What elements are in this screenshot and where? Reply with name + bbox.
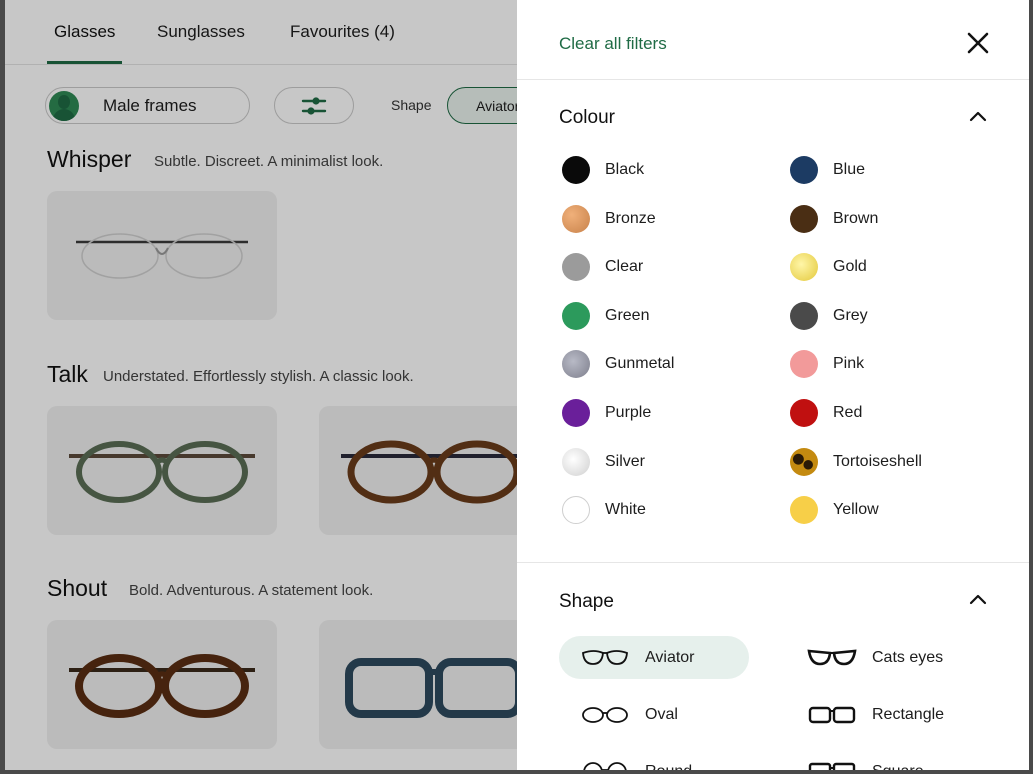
colour-swatch	[562, 156, 590, 184]
shape-option-rectangle[interactable]: Rectangle	[806, 693, 986, 736]
colour-swatch	[790, 350, 818, 379]
window-frame-bottom	[0, 770, 1033, 774]
clear-all-filters-link[interactable]: Clear all filters	[559, 34, 667, 54]
colour-option-label: Green	[605, 306, 650, 324]
colour-swatch	[790, 204, 818, 233]
shape-section-title[interactable]: Shape	[559, 591, 614, 613]
colour-option-black[interactable]: Black	[562, 156, 644, 184]
colour-option-label: Pink	[833, 355, 865, 373]
shape-option-label: Aviator	[645, 648, 695, 666]
colour-option-brown[interactable]: Brown	[790, 204, 879, 233]
colour-option-purple[interactable]: Purple	[562, 399, 651, 427]
colour-option-pink[interactable]: Pink	[790, 350, 865, 379]
colour-swatch	[790, 496, 818, 525]
colour-option-blue[interactable]: Blue	[790, 156, 865, 184]
colour-option-red[interactable]: Red	[790, 399, 862, 427]
colour-option-label: Gold	[833, 258, 867, 276]
colour-option-grey[interactable]: Grey	[790, 301, 868, 330]
chevron-up-icon[interactable]	[969, 110, 987, 122]
colour-option-label: Clear	[605, 258, 644, 276]
colour-section-title[interactable]: Colour	[559, 107, 615, 129]
colour-option-label: Purple	[605, 404, 652, 421]
colour-swatch	[562, 399, 590, 427]
cats-eyes-frame-icon	[807, 649, 857, 665]
colour-option-gunmetal[interactable]: Gunmetal	[562, 350, 675, 379]
filter-drawer: Clear all filters Colour Black Blue Bronze…	[517, 0, 1029, 774]
oval-frame-icon	[582, 706, 628, 723]
window-frame-left	[0, 0, 5, 774]
colour-option-label: White	[605, 501, 646, 519]
colour-swatch	[562, 253, 590, 282]
shape-option-aviator[interactable]: Aviator	[559, 636, 749, 679]
colour-option-bronze[interactable]: Bronze	[562, 204, 656, 233]
drawer-header: Clear all filters	[517, 0, 1029, 80]
chevron-up-icon[interactable]	[969, 593, 987, 605]
colour-swatch	[562, 204, 590, 233]
colour-swatch	[562, 447, 590, 476]
colour-option-silver[interactable]: Silver	[562, 447, 646, 476]
shape-option-label: Cats eyes	[872, 648, 944, 666]
colour-option-white[interactable]: White	[562, 496, 646, 525]
shape-option-cats-eyes[interactable]: Cats eyes	[806, 636, 986, 679]
colour-swatch	[562, 301, 590, 330]
colour-option-label: Bronze	[605, 209, 656, 227]
shape-option-label: Rectangle	[872, 705, 945, 723]
colour-swatch	[790, 301, 818, 330]
colour-swatch	[562, 496, 590, 525]
colour-swatch	[790, 156, 818, 184]
colour-option-label: Tortoiseshell	[833, 452, 922, 470]
colour-option-label: Gunmetal	[605, 355, 675, 373]
shape-option-label: Oval	[645, 705, 678, 723]
aviator-frame-icon	[582, 649, 628, 665]
colour-swatch	[562, 350, 590, 379]
rectangle-frame-icon	[808, 706, 856, 723]
colour-option-label: Grey	[833, 306, 868, 324]
colour-option-label: Red	[833, 404, 863, 421]
colour-option-label: Black	[605, 161, 645, 178]
colour-option-yellow[interactable]: Yellow	[790, 496, 879, 525]
colour-option-green[interactable]: Green	[562, 301, 650, 330]
modal-backdrop[interactable]	[5, 0, 517, 774]
colour-swatch	[790, 399, 818, 427]
colour-option-label: Brown	[833, 209, 879, 227]
colour-option-label: Blue	[833, 161, 866, 178]
colour-option-tortoiseshell[interactable]: Tortoiseshell	[790, 447, 922, 476]
close-icon[interactable]	[966, 31, 990, 55]
section-divider	[517, 562, 1029, 563]
shape-option-oval[interactable]: Oval	[559, 693, 749, 736]
colour-option-clear[interactable]: Clear	[562, 253, 644, 282]
colour-option-gold[interactable]: Gold	[790, 253, 867, 282]
colour-option-label: Yellow	[833, 501, 879, 519]
colour-swatch	[790, 253, 818, 282]
colour-option-label: Silver	[605, 452, 646, 470]
window-frame-right	[1029, 0, 1033, 774]
colour-swatch	[790, 447, 818, 476]
